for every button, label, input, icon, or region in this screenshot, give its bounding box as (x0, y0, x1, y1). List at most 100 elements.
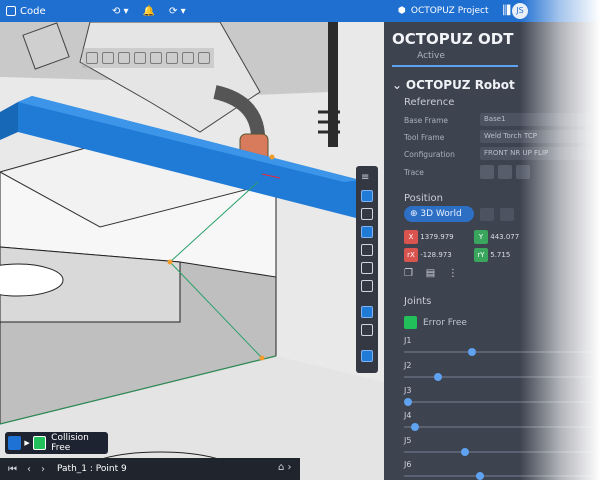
tab-active[interactable]: Active (392, 51, 470, 61)
code-icon (6, 6, 16, 16)
frame-select-icon[interactable] (102, 52, 114, 64)
slider-knob[interactable] (411, 423, 420, 431)
configuration-label: Configuration (404, 150, 455, 159)
tool-frame-label: Tool Frame (404, 133, 445, 142)
project-name[interactable]: OCTOPUZ Project (411, 6, 489, 16)
settings-icon[interactable] (198, 52, 210, 64)
view-box-icon[interactable] (86, 52, 98, 64)
code-label: Code (20, 5, 46, 17)
trace-clear-icon[interactable] (516, 165, 530, 179)
slider-knob[interactable] (476, 472, 484, 480)
position-actions: ❐ ▤ ⋮ (404, 268, 458, 279)
globe-icon[interactable] (150, 52, 162, 64)
world-pill-label: 3D World (420, 209, 462, 219)
axis-down-icon[interactable] (480, 208, 494, 221)
base-frame-label: Base Frame (404, 116, 449, 125)
y-coordinate[interactable]: Y 443.077 (474, 230, 519, 244)
corner-icon[interactable] (361, 280, 373, 292)
joint-label: J1 (404, 336, 412, 345)
3d-viewport[interactable]: ≡ ▶ Collision Free ⏮ ‹ › Path_1 : Point … (0, 22, 384, 480)
path-label: Path_1 : Point 9 (57, 464, 127, 474)
filter-icon[interactable]: ≡ (361, 172, 373, 184)
joint-label: J4 (404, 411, 412, 420)
home-icon[interactable]: ⌂ › (278, 462, 292, 473)
bell-icon[interactable]: 🔔 (143, 6, 155, 17)
joint-slider[interactable] (403, 398, 594, 406)
y-tag: Y (474, 230, 488, 244)
joint-label: J3 (404, 386, 412, 395)
delete-icon[interactable] (166, 52, 178, 64)
robot-collision-icon (8, 436, 22, 450)
point-select-icon[interactable] (361, 190, 373, 202)
more-icon[interactable]: ⋮ (448, 268, 458, 279)
undo-icon[interactable]: ⟲ ▾ (112, 6, 129, 17)
reference-heading: Reference (404, 97, 455, 108)
play-arrow-icon: ▶ (24, 439, 30, 447)
cross-icon[interactable] (361, 262, 373, 274)
copy-icon[interactable]: ❐ (404, 268, 413, 279)
slider-knob[interactable] (434, 373, 443, 381)
panel-title: OCTOPUZ ODT (392, 30, 514, 48)
position-heading: Position (404, 193, 443, 204)
paste-icon[interactable]: ▤ (426, 268, 435, 279)
world-frame-toggle[interactable]: ⊕ 3D World (404, 206, 474, 222)
viewport-toolbar (82, 48, 214, 68)
joint-label: J6 (404, 460, 412, 469)
x-value: 1379.979 (420, 233, 454, 241)
ry-coordinate[interactable]: rY 5.715 (474, 248, 510, 262)
error-status-icon (404, 316, 417, 329)
path-bar: ⏮ ‹ › Path_1 : Point 9 ⌂ › (0, 458, 300, 480)
joint-slider[interactable] (404, 348, 594, 356)
configuration-field[interactable]: FRONT NR UP FLIP (480, 147, 590, 160)
x-coordinate[interactable]: X 1379.979 (404, 230, 454, 244)
snap-icon[interactable] (118, 52, 130, 64)
joint-slider[interactable] (404, 423, 594, 431)
odt-panel: OCTOPUZ ODT Active ⌄ OCTOPUZ Robot Refer… (384, 22, 600, 480)
top-bar: Code ⟲ ▾ 🔔 ⟳ ▾ ⬢ OCTOPUZ Project ║▌ JS (0, 0, 600, 22)
angle-icon[interactable] (361, 226, 373, 238)
chevron-right-icon[interactable]: › (41, 464, 45, 475)
focus-icon[interactable] (361, 306, 373, 318)
robot-heading[interactable]: ⌄ OCTOPUZ Robot (392, 78, 515, 92)
trace-settings-icon[interactable] (480, 165, 494, 179)
slope-icon[interactable] (361, 208, 373, 220)
robot-name: OCTOPUZ Robot (405, 78, 515, 92)
cube-icon: ⬢ (398, 6, 406, 16)
side-toolbar: ≡ (356, 166, 378, 373)
frame-icon[interactable] (361, 324, 373, 336)
joint-slider[interactable] (404, 472, 594, 480)
trace-edit-icon[interactable] (498, 165, 512, 179)
collision-status[interactable]: ▶ Collision Free (5, 432, 108, 454)
ry-tag: rY (474, 248, 488, 262)
code-button[interactable]: Code (6, 6, 46, 17)
rx-value: -128.973 (420, 251, 452, 259)
joints-heading: Joints (404, 296, 432, 307)
layers-icon[interactable] (361, 350, 373, 362)
redo-icon[interactable]: ⟳ ▾ (169, 6, 186, 17)
slider-knob[interactable] (403, 398, 412, 406)
chevron-left-icon[interactable]: ‹ (27, 464, 31, 475)
rx-tag: rX (404, 248, 418, 262)
joint-label: J5 (404, 436, 412, 445)
trace-label: Trace (404, 168, 424, 177)
joint-label: J2 (404, 361, 412, 370)
x-tag: X (404, 230, 418, 244)
slider-knob[interactable] (460, 448, 469, 456)
pencil-icon[interactable] (182, 52, 194, 64)
globe-icon: ⊕ (410, 209, 421, 219)
joint-slider[interactable] (404, 448, 594, 456)
axis-up-icon[interactable] (500, 208, 514, 221)
chevron-down-icon: ⌄ (392, 78, 406, 92)
rx-coordinate[interactable]: rX -128.973 (404, 248, 452, 262)
tool-frame-field[interactable]: Weld Torch TCP (480, 130, 590, 143)
scene-drawing (0, 22, 384, 480)
base-frame-field[interactable]: Base1 (480, 113, 590, 126)
avatar[interactable]: JS (512, 3, 528, 19)
target-icon[interactable] (361, 244, 373, 256)
slider-knob[interactable] (468, 348, 477, 356)
joint-slider[interactable] (404, 373, 594, 381)
error-free-label: Error Free (423, 318, 467, 328)
y-value: 443.077 (490, 233, 520, 241)
skip-start-icon[interactable]: ⏮ (8, 464, 17, 475)
list-icon[interactable] (134, 52, 146, 64)
